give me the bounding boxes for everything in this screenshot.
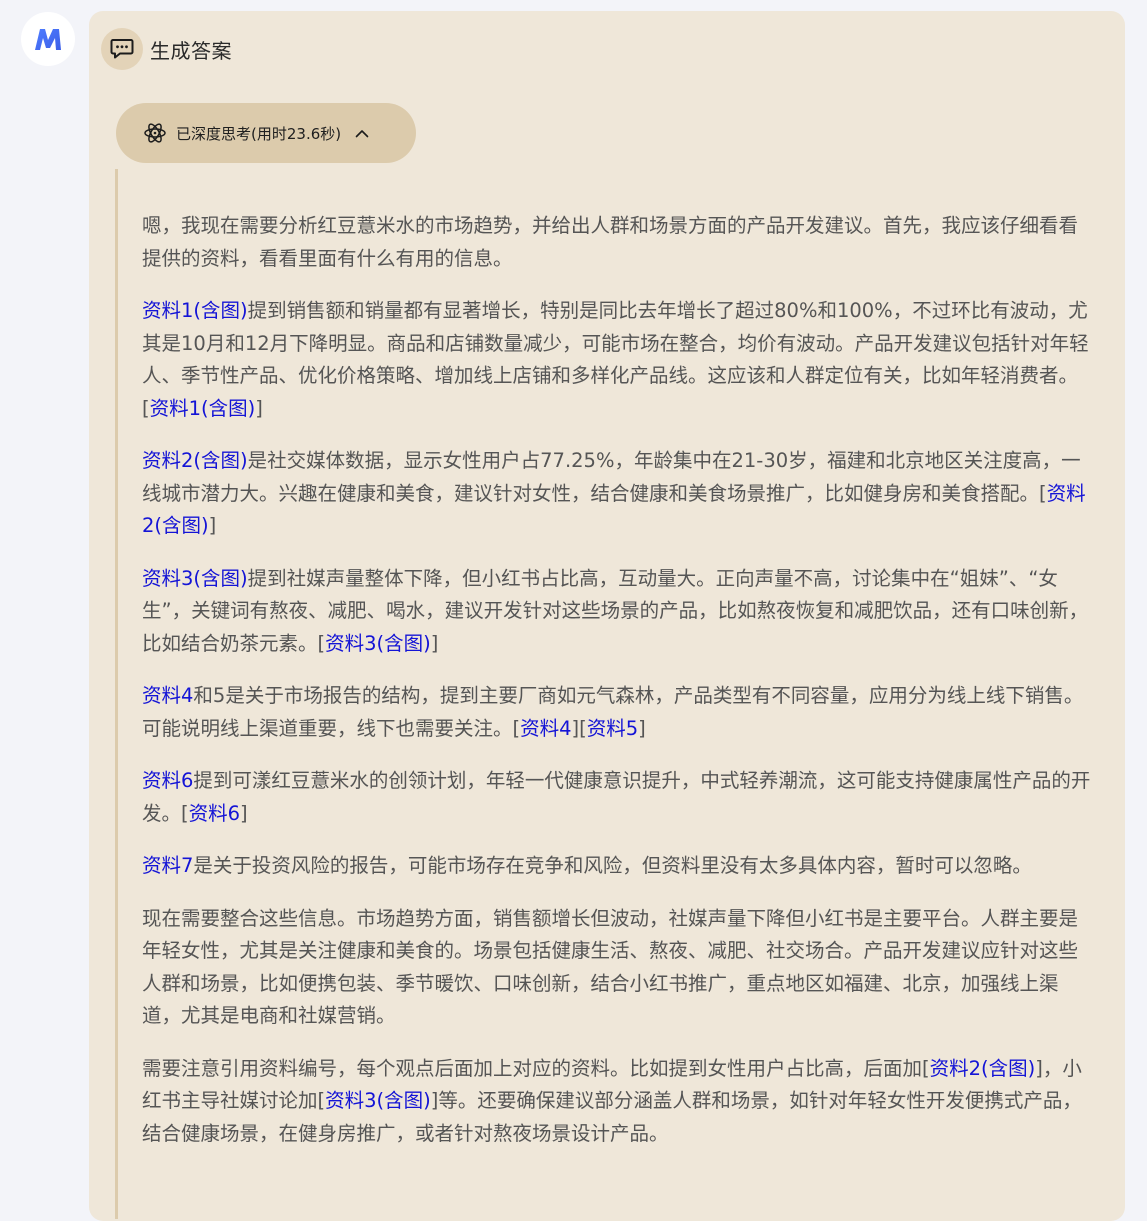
paragraph-4: 资料3(含图)提到社媒声量整体下降，但小红书占比高，互动量大。正向声量不高，讨论… bbox=[142, 563, 1092, 661]
paragraph-text: 需要注意引用资料编号，每个观点后面加上对应的资料。比如提到女性用户占比高，后面加… bbox=[142, 1056, 930, 1080]
reference-link[interactable]: 资料5 bbox=[587, 717, 638, 740]
chevron-up-icon bbox=[355, 129, 369, 138]
paragraph-text: 嗯，我现在需要分析红豆薏米水的市场趋势，并给出人群和场景方面的产品开发建议。首先… bbox=[142, 214, 1079, 270]
paragraph-5: 资料4和5是关于市场报告的结构，提到主要厂商如元气森林，产品类型有不同容量，应用… bbox=[142, 680, 1092, 745]
paragraph-text: 提到社媒声量整体下降，但小红书占比高，互动量大。正向声量不高，讨论集中在“姐妹”… bbox=[142, 566, 1089, 655]
reference-link[interactable]: 资料2(含图) bbox=[930, 1057, 1036, 1080]
reference-link[interactable]: 资料1(含图) bbox=[150, 397, 256, 420]
paragraph-9: 需要注意引用资料编号，每个观点后面加上对应的资料。比如提到女性用户占比高，后面加… bbox=[142, 1053, 1092, 1151]
atom-icon bbox=[144, 123, 166, 143]
thinking-text: 嗯，我现在需要分析红豆薏米水的市场趋势，并给出人群和场景方面的产品开发建议。首先… bbox=[142, 210, 1092, 1170]
paragraph-text: ] bbox=[255, 396, 263, 420]
deep-thinking-label: 已深度思考(用时23.6秒) bbox=[176, 124, 342, 143]
paragraph-text: 提到可漾红豆薏米水的创领计划，年轻一代健康意识提升，中式轻养潮流，这可能支持健康… bbox=[142, 769, 1091, 825]
paragraph-text: 提到销售额和销量都有显著增长，特别是同比去年增长了超过80%和100%，不过环比… bbox=[142, 299, 1089, 420]
reference-link[interactable]: 资料4 bbox=[520, 717, 571, 740]
paragraph-text: ][ bbox=[571, 716, 587, 740]
paragraph-text: 是关于投资风险的报告，可能市场存在竞争和风险，但资料里没有太多具体内容，暂时可以… bbox=[193, 854, 1032, 877]
thinking-content-panel: 嗯，我现在需要分析红豆薏米水的市场趋势，并给出人群和场景方面的产品开发建议。首先… bbox=[115, 169, 1102, 1219]
reference-link[interactable]: 资料2(含图) bbox=[142, 449, 248, 472]
chat-bubble-icon bbox=[110, 39, 134, 59]
reference-link[interactable]: 资料3(含图) bbox=[325, 1089, 431, 1112]
paragraph-text: ] bbox=[430, 631, 439, 655]
assistant-avatar bbox=[21, 12, 75, 66]
reference-link[interactable]: 资料6 bbox=[189, 802, 240, 825]
reference-link[interactable]: 资料3(含图) bbox=[325, 632, 431, 655]
card-header: 生成答案 bbox=[101, 28, 232, 70]
paragraph-text: 是社交媒体数据，显示女性用户占77.25%，年龄集中在21-30岁，福建和北京地… bbox=[142, 449, 1081, 505]
paragraph-7: 资料7是关于投资风险的报告，可能市场存在竞争和风险，但资料里没有太多具体内容，暂… bbox=[142, 850, 1092, 883]
reference-link[interactable]: 资料4 bbox=[142, 684, 193, 707]
paragraph-text: 现在需要整合这些信息。市场趋势方面，销售额增长但波动，社媒声量下降但小红书是主要… bbox=[142, 906, 1079, 1028]
reference-link[interactable]: 资料7 bbox=[142, 854, 193, 877]
reference-link[interactable]: 资料3(含图) bbox=[142, 567, 248, 590]
paragraph-text: ] bbox=[240, 801, 248, 825]
paragraph-text: ] bbox=[208, 514, 217, 537]
paragraph-3: 资料2(含图)是社交媒体数据，显示女性用户占77.25%，年龄集中在21-30岁… bbox=[142, 445, 1092, 543]
paragraph-6: 资料6提到可漾红豆薏米水的创领计划，年轻一代健康意识提升，中式轻养潮流，这可能支… bbox=[142, 765, 1092, 830]
deep-thinking-toggle[interactable]: 已深度思考(用时23.6秒) bbox=[116, 103, 416, 163]
card-title: 生成答案 bbox=[150, 38, 232, 63]
m-logo-icon bbox=[35, 29, 61, 50]
paragraph-8: 现在需要整合这些信息。市场趋势方面，销售额增长但波动，社媒声量下降但小红书是主要… bbox=[142, 903, 1092, 1033]
chat-icon-badge bbox=[101, 28, 143, 70]
answer-card: 生成答案 已深度思考(用时23.6秒) 嗯，我现在需要分析红豆薏米水的市场趋势，… bbox=[89, 11, 1125, 1221]
paragraph-2: 资料1(含图)提到销售额和销量都有显著增长，特别是同比去年增长了超过80%和10… bbox=[142, 295, 1092, 425]
paragraph-1: 嗯，我现在需要分析红豆薏米水的市场趋势，并给出人群和场景方面的产品开发建议。首先… bbox=[142, 210, 1092, 275]
paragraph-text: ] bbox=[638, 716, 646, 740]
reference-link[interactable]: 资料1(含图) bbox=[142, 299, 248, 322]
reference-link[interactable]: 资料6 bbox=[142, 769, 193, 792]
